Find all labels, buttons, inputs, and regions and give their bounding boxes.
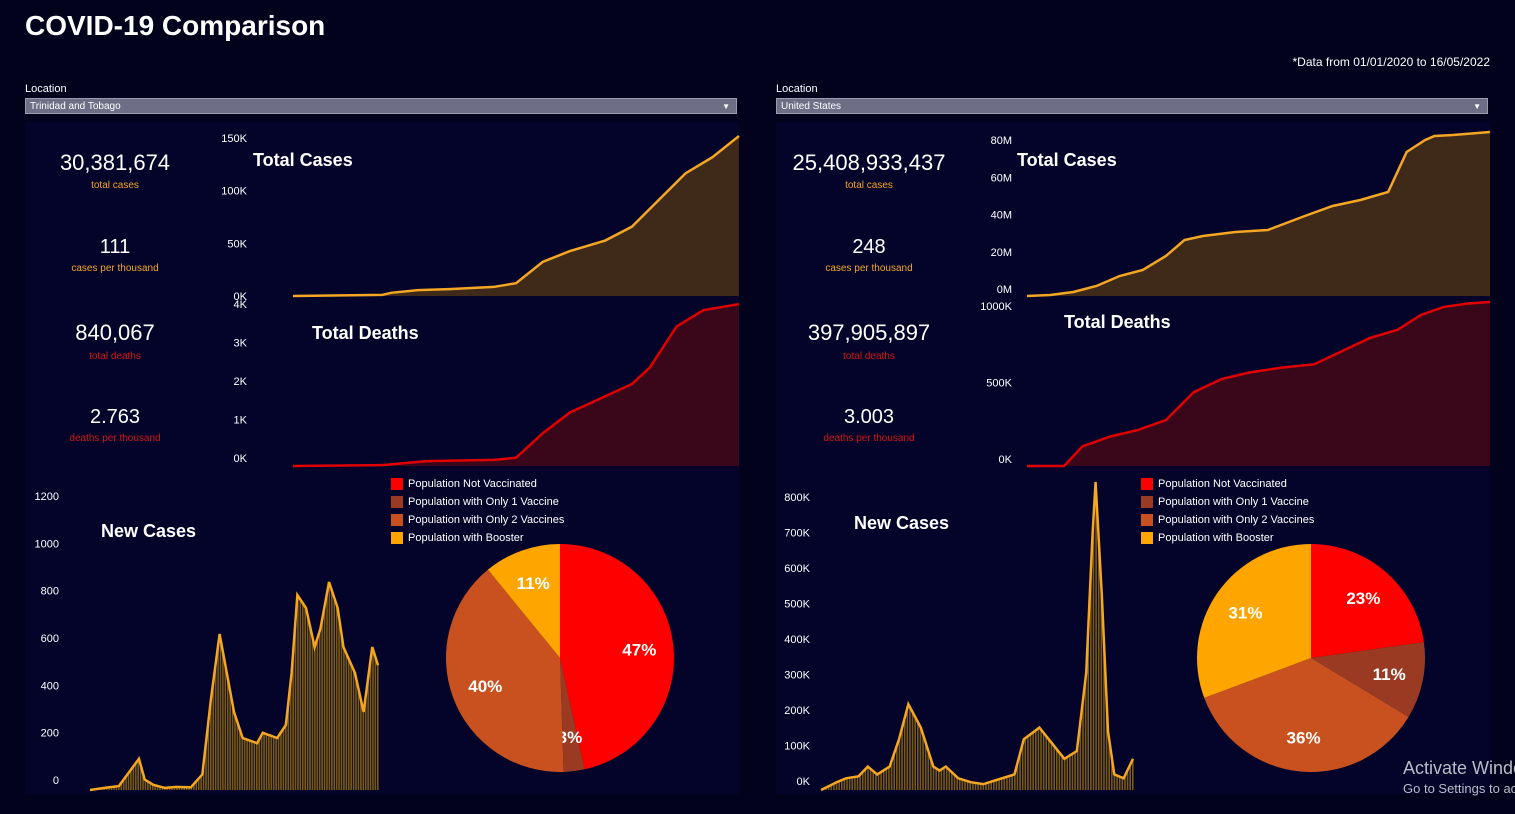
vaccination-legend: Population Not Vaccinated Population wit… <box>391 475 564 547</box>
panel-united-states: Location United States ▼ 25,408,933,437 … <box>776 78 1494 794</box>
pie-value-label: 11% <box>517 574 550 593</box>
legend-item: Population with Only 2 Vaccines <box>391 511 564 529</box>
legend-label: Population Not Vaccinated <box>1158 478 1287 490</box>
pie-value-label: 11% <box>1373 665 1406 684</box>
legend-swatch <box>391 496 403 508</box>
panel-trinidad: Location Trinidad and Tobago ▼ 30,381,67… <box>25 78 743 794</box>
watermark-line2: Go to Settings to activate Windows. <box>1403 781 1515 796</box>
legend-label: Population with Only 2 Vaccines <box>1158 514 1315 526</box>
legend-label: Population with Only 1 Vaccine <box>1158 496 1309 508</box>
activate-windows-watermark: Activate Windows Go to Settings to activ… <box>1403 758 1515 796</box>
legend-item: Population Not Vaccinated <box>1141 475 1314 493</box>
legend-item: Population with Only 2 Vaccines <box>1141 511 1314 529</box>
watermark-line1: Activate Windows <box>1403 758 1515 778</box>
legend-item: Population with Only 1 Vaccine <box>1141 493 1314 511</box>
legend-swatch <box>391 514 403 526</box>
legend-swatch <box>1141 478 1153 490</box>
legend-label: Population Not Vaccinated <box>408 478 537 490</box>
legend-item: Population with Booster <box>391 529 564 547</box>
legend-swatch <box>1141 514 1153 526</box>
legend-item: Population Not Vaccinated <box>391 475 564 493</box>
pie-value-label: 40% <box>468 677 502 696</box>
vaccination-pie-chart: 23% 11% 36% 31% <box>1197 544 1425 772</box>
pie-value-label: 47% <box>622 640 656 659</box>
legend-swatch <box>1141 496 1153 508</box>
legend-swatch <box>391 532 403 544</box>
data-range-note: *Data from 01/01/2020 to 16/05/2022 <box>1292 55 1490 69</box>
legend-label: Population with Booster <box>1158 532 1274 544</box>
pie-value-label: 36% <box>1287 728 1321 747</box>
legend-swatch <box>1141 532 1153 544</box>
legend-swatch <box>391 478 403 490</box>
pie-value-label: 23% <box>1346 589 1380 608</box>
legend-label: Population with Booster <box>408 532 524 544</box>
legend-item: Population with Only 1 Vaccine <box>391 493 564 511</box>
vaccination-legend: Population Not Vaccinated Population wit… <box>1141 475 1314 547</box>
legend-item: Population with Booster <box>1141 529 1314 547</box>
vaccination-pie-chart: 47%3%40%11% <box>446 544 674 773</box>
legend-label: Population with Only 2 Vaccines <box>408 514 565 526</box>
legend-label: Population with Only 1 Vaccine <box>408 496 559 508</box>
page-title: COVID-19 Comparison <box>25 10 326 41</box>
pie-value-label: 31% <box>1228 604 1262 623</box>
